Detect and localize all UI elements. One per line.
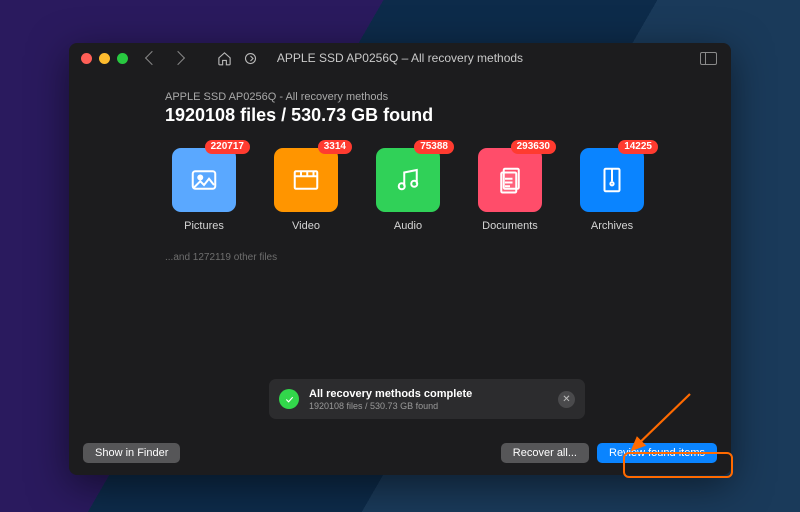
window-controls: [81, 53, 128, 64]
category-label: Pictures: [184, 220, 224, 232]
category-tile: 220717: [172, 148, 236, 212]
count-badge: 75388: [414, 140, 454, 154]
category-label: Archives: [591, 220, 633, 232]
audio-icon: [393, 165, 423, 195]
count-badge: 293630: [511, 140, 556, 154]
main-content: APPLE SSD AP0256Q - All recovery methods…: [69, 73, 731, 263]
review-found-items-button[interactable]: Review found items: [597, 443, 717, 463]
archive-icon: [597, 165, 627, 195]
category-video[interactable]: 3314 Video: [267, 148, 345, 232]
other-files-note: ...and 1272119 other files: [165, 252, 691, 263]
category-archives[interactable]: 14225 Archives: [573, 148, 651, 232]
status-text: All recovery methods complete 1920108 fi…: [309, 388, 472, 411]
category-tile: 75388: [376, 148, 440, 212]
dismiss-status-button[interactable]: ✕: [558, 391, 575, 408]
video-icon: [291, 165, 321, 195]
scan-subtitle: APPLE SSD AP0256Q - All recovery methods: [165, 91, 691, 103]
doc-icon: [495, 165, 525, 195]
app-window: APPLE SSD AP0256Q – All recovery methods…: [69, 43, 731, 475]
titlebar: APPLE SSD AP0256Q – All recovery methods: [69, 43, 731, 73]
nav-controls: [142, 48, 260, 68]
footer: Show in Finder Recover all... Review fou…: [83, 443, 717, 463]
forward-button[interactable]: [168, 48, 188, 68]
close-window-button[interactable]: [81, 53, 92, 64]
category-label: Documents: [482, 220, 538, 232]
category-audio[interactable]: 75388 Audio: [369, 148, 447, 232]
check-icon: [279, 389, 299, 409]
category-documents[interactable]: 293630 Documents: [471, 148, 549, 232]
category-tile: 293630: [478, 148, 542, 212]
image-icon: [189, 165, 219, 195]
status-title: All recovery methods complete: [309, 388, 472, 400]
status-bar: All recovery methods complete 1920108 fi…: [269, 379, 585, 419]
category-label: Audio: [394, 220, 422, 232]
count-badge: 220717: [205, 140, 250, 154]
category-tile: 3314: [274, 148, 338, 212]
minimize-window-button[interactable]: [99, 53, 110, 64]
recover-all-button[interactable]: Recover all...: [501, 443, 589, 463]
scan-headline: 1920108 files / 530.73 GB found: [165, 105, 691, 126]
fullscreen-window-button[interactable]: [117, 53, 128, 64]
status-detail: 1920108 files / 530.73 GB found: [309, 401, 472, 411]
count-badge: 14225: [618, 140, 658, 154]
category-pictures[interactable]: 220717 Pictures: [165, 148, 243, 232]
count-badge: 3314: [318, 140, 352, 154]
category-row: 220717 Pictures 3314 Video 75388 Audio 293630 D…: [165, 148, 691, 232]
home-button[interactable]: [214, 48, 234, 68]
refresh-button[interactable]: [240, 48, 260, 68]
category-tile: 14225: [580, 148, 644, 212]
show-in-finder-button[interactable]: Show in Finder: [83, 443, 180, 463]
category-label: Video: [292, 220, 320, 232]
back-button[interactable]: [142, 48, 162, 68]
sidebar-toggle-icon[interactable]: [700, 52, 717, 65]
